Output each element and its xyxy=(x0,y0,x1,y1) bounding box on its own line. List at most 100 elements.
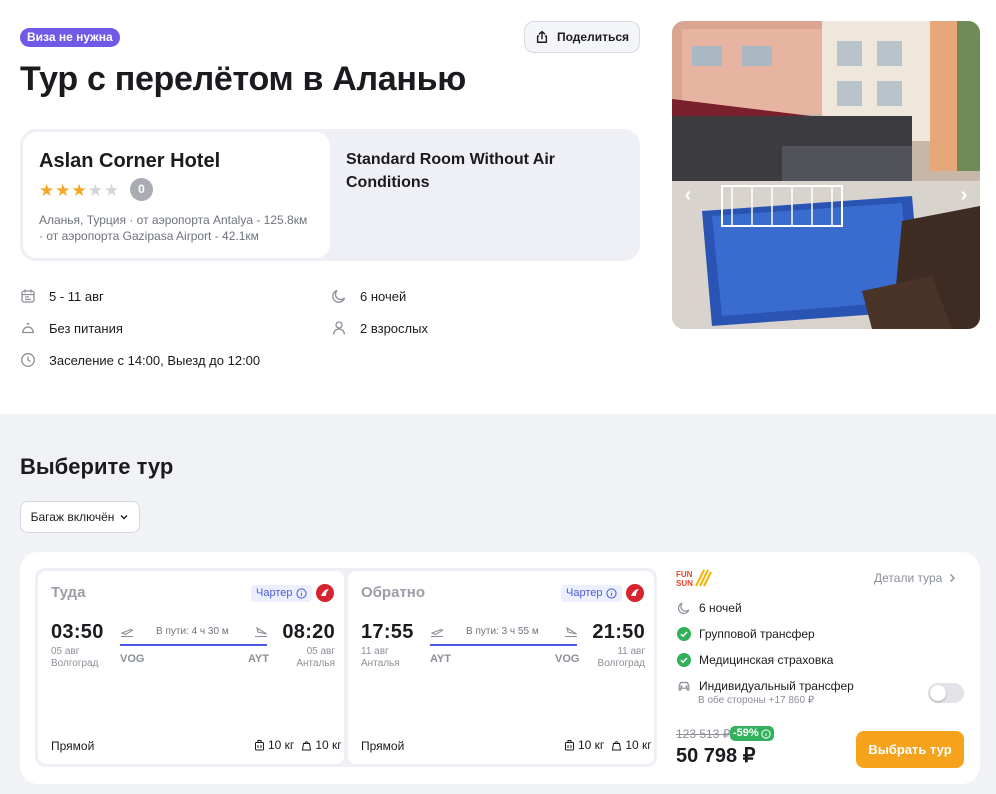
star-empty-icon: ★ xyxy=(87,181,103,200)
discount-badge[interactable]: -59% xyxy=(730,726,774,741)
flight-direction: Обратно xyxy=(361,584,426,601)
svg-text:FUN: FUN xyxy=(676,570,693,579)
individual-transfer-price: В обе стороны +17 860 ₽ xyxy=(698,695,815,706)
feature-insurance-text: Медицинская страховка xyxy=(699,653,834,667)
trip-checkin-text: Заселение с 14:00, Выезд до 12:00 xyxy=(49,352,261,368)
trip-dates-text: 5 - 11 авг xyxy=(49,288,104,304)
takeoff-icon xyxy=(430,628,444,638)
visa-badge: Виза не нужна xyxy=(20,28,120,47)
baggage-filter-dropdown[interactable]: Багаж включён xyxy=(20,501,140,533)
calendar-icon xyxy=(21,289,35,303)
car-icon xyxy=(678,681,690,691)
trip-guests: 2 взрослых xyxy=(331,320,428,336)
discount-value: -59% xyxy=(733,727,759,739)
tour-offer-card: Туда Чартер 03:50 05 авг Волгоград В пут… xyxy=(20,552,980,784)
airline-logo xyxy=(316,584,334,602)
suitcase-icon xyxy=(255,740,264,751)
flight-type: Прямой xyxy=(361,739,405,753)
flight-type: Прямой xyxy=(51,739,95,753)
departure-airport-code: VOG xyxy=(120,653,145,665)
trip-nights-text: 6 ночей xyxy=(360,288,407,304)
hotel-card: Aslan Corner Hotel ★ ★ ★ ★ ★ 0 Аланья, Т… xyxy=(20,129,640,261)
handbag-icon xyxy=(302,741,312,751)
departure-city: Анталья xyxy=(361,658,400,669)
tour-select-section: Выберите тур Багаж включён Туда Чартер 0… xyxy=(0,414,996,794)
charter-badge[interactable]: Чартер xyxy=(251,585,313,602)
svg-text:SUN: SUN xyxy=(676,579,693,587)
charter-label: Чартер xyxy=(256,587,293,599)
select-tour-button[interactable]: Выбрать тур xyxy=(856,731,964,768)
arrival-airport-code: AYT xyxy=(248,653,269,665)
takeoff-icon xyxy=(120,628,134,638)
hotel-name[interactable]: Aslan Corner Hotel xyxy=(39,150,220,173)
hotel-summary: Aslan Corner Hotel ★ ★ ★ ★ ★ 0 Аланья, Т… xyxy=(23,132,330,258)
old-price: 123 513 ₽ xyxy=(676,727,731,741)
chevron-right-icon[interactable]: › xyxy=(957,184,971,206)
arrival-date: 05 авг xyxy=(306,646,335,657)
chevron-left-icon[interactable]: ‹ xyxy=(681,184,695,206)
hand-bag: 10 кг xyxy=(625,738,652,752)
arrival-time: 21:50 xyxy=(592,621,645,643)
tour-price: 50 798 ₽ xyxy=(676,745,756,767)
tour-details-link[interactable]: Детали тура xyxy=(874,571,956,585)
page-title: Тур с перелётом в Аланью xyxy=(20,60,466,98)
hotel-stars: ★ ★ ★ ★ ★ xyxy=(39,182,119,200)
info-icon xyxy=(296,588,308,599)
chevron-right-icon xyxy=(950,574,956,582)
handbag-icon xyxy=(612,741,622,751)
hand-bag: 10 кг xyxy=(315,738,342,752)
landing-icon xyxy=(565,626,577,638)
hotel-location-line: · от аэропорта Gazipasa Airport - 42.1км xyxy=(39,229,259,243)
share-button[interactable]: Поделиться xyxy=(524,21,640,53)
trip-nights: 6 ночей xyxy=(331,288,406,304)
trip-meal: Без питания xyxy=(20,320,123,336)
star-empty-icon: ★ xyxy=(104,181,120,200)
info-icon xyxy=(606,588,618,599)
arrival-airport-code: VOG xyxy=(555,653,580,665)
baggage-info: 10 кг 10 кг xyxy=(564,738,652,752)
flights-box: Туда Чартер 03:50 05 авг Волгоград В пут… xyxy=(35,568,657,767)
feature-individual-transfer: Индивидуальный трансфер xyxy=(677,679,854,693)
section-title: Выберите тур xyxy=(20,454,174,479)
hotel-photo[interactable]: ‹ › xyxy=(672,21,980,329)
star-icon: ★ xyxy=(55,181,71,200)
route-line xyxy=(430,644,577,646)
cloche-icon xyxy=(22,322,34,334)
departure-time: 03:50 xyxy=(51,621,104,643)
trip-checkin: Заселение с 14:00, Выезд до 12:00 xyxy=(20,352,260,368)
operator-logo: FUN SUN xyxy=(676,569,712,587)
departure-date: 11 авг xyxy=(361,646,389,657)
charter-label: Чартер xyxy=(566,587,603,599)
arrival-city: Волгоград xyxy=(597,658,645,669)
star-icon: ★ xyxy=(71,181,87,200)
feature-individual-transfer-text: Индивидуальный трансфер xyxy=(699,679,854,693)
arrival-date: 11 авг xyxy=(617,646,645,657)
checked-bag: 10 кг xyxy=(268,738,295,752)
arrival-city: Анталья xyxy=(296,658,335,669)
feature-nights-text: 6 ночей xyxy=(699,601,742,615)
arrival-time: 08:20 xyxy=(282,621,335,643)
feature-nights: 6 ночей xyxy=(677,601,742,615)
flight-direction: Туда xyxy=(51,584,86,601)
share-icon xyxy=(536,30,548,43)
moon-icon xyxy=(332,289,346,303)
flight-duration: В пути: 4 ч 30 м xyxy=(156,626,229,637)
airline-logo xyxy=(626,584,644,602)
check-circle-icon xyxy=(677,653,691,667)
person-icon xyxy=(332,321,346,335)
check-circle-icon xyxy=(677,627,691,641)
hotel-location: Аланья, Турция · от аэропорта Antalya - … xyxy=(39,212,329,244)
rating-badge: 0 xyxy=(130,178,153,201)
departure-time: 17:55 xyxy=(361,621,414,643)
charter-badge[interactable]: Чартер xyxy=(561,585,623,602)
trip-meal-text: Без питания xyxy=(49,320,123,336)
clock-icon xyxy=(21,353,35,367)
share-label: Поделиться xyxy=(556,30,630,44)
room-name: Standard Room Without Air Conditions xyxy=(346,151,556,191)
suitcase-icon xyxy=(565,740,574,751)
individual-transfer-toggle[interactable] xyxy=(928,683,964,703)
outbound-flight: Туда Чартер 03:50 05 авг Волгоград В пут… xyxy=(38,571,344,764)
departure-airport-code: AYT xyxy=(430,653,451,665)
hotel-location-line: Аланья, Турция · от аэропорта Antalya - … xyxy=(39,213,308,227)
checked-bag: 10 кг xyxy=(578,738,605,752)
